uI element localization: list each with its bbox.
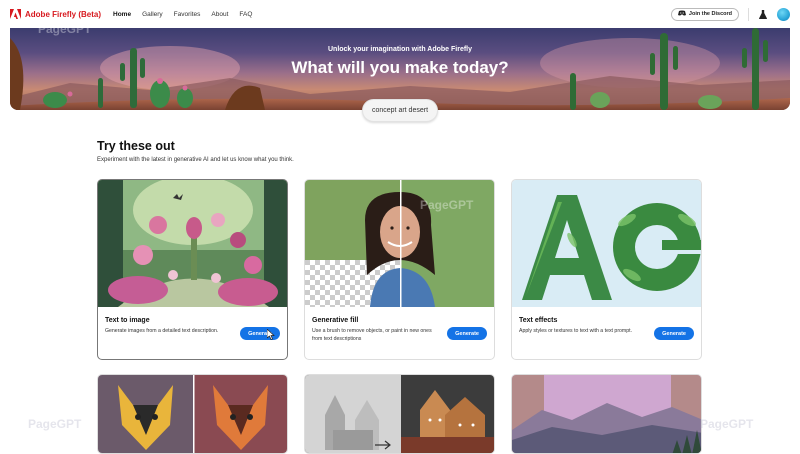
- card-image-leaf-letters: [512, 180, 701, 307]
- flask-icon[interactable]: [758, 9, 768, 19]
- card-bottom-3[interactable]: [511, 374, 702, 454]
- card-image-geometric-dogs: [98, 375, 287, 453]
- card-description: Apply styles or textures to text with a …: [519, 328, 633, 334]
- discord-label: Join the Discord: [688, 11, 732, 17]
- watermark: PageGPT: [38, 28, 92, 36]
- card-bottom-2[interactable]: [304, 374, 495, 454]
- avatar[interactable]: [777, 7, 790, 21]
- card-bottom-1[interactable]: [97, 374, 288, 454]
- hero-title: What will you make today?: [291, 58, 509, 77]
- generate-button[interactable]: Generate: [654, 327, 694, 340]
- card-image-fantasy-garden: [98, 180, 287, 307]
- adobe-logo-icon: [10, 8, 21, 20]
- card-title: Generative fill: [312, 317, 359, 324]
- brand-title: Adobe Firefly (Beta): [25, 9, 102, 19]
- nav-about[interactable]: About: [211, 11, 228, 18]
- hero-banner: Unlock your imagination with Adobe Firef…: [10, 28, 790, 110]
- hero-subtitle: Unlock your imagination with Adobe Firef…: [327, 46, 473, 53]
- watermark: PageGPT: [700, 417, 754, 431]
- card-text-to-image[interactable]: Text to image Generate images from a det…: [97, 179, 288, 360]
- card-title: Text effects: [519, 317, 558, 324]
- nav-faq[interactable]: FAQ: [239, 11, 252, 18]
- card-description: Use a brush to remove objects, or paint …: [312, 328, 432, 342]
- card-text-effects[interactable]: Text effects Apply styles or textures to…: [511, 179, 702, 360]
- card-title: Text to image: [105, 317, 150, 324]
- mouse-cursor-icon: [267, 329, 275, 340]
- nav-divider: [748, 7, 749, 21]
- prompt-chip[interactable]: concept art desert: [362, 99, 438, 122]
- watermark: PageGPT: [420, 198, 474, 212]
- card-image-3d-castle: [305, 375, 494, 453]
- discord-icon: [677, 10, 686, 18]
- nav-favorites[interactable]: Favorites: [174, 11, 201, 18]
- nav-home[interactable]: Home: [113, 11, 131, 18]
- card-description: Generate images from a detailed text des…: [105, 328, 219, 334]
- top-nav: Adobe Firefly (Beta) Home Gallery Favori…: [0, 0, 800, 28]
- brand[interactable]: Adobe Firefly (Beta): [10, 8, 102, 20]
- nav-gallery[interactable]: Gallery: [142, 11, 163, 18]
- section-title: Try these out: [97, 139, 175, 153]
- generate-button[interactable]: Generate: [447, 327, 487, 340]
- watermark: PageGPT: [28, 417, 82, 431]
- section-description: Experiment with the latest in generative…: [97, 157, 294, 163]
- join-discord-button[interactable]: Join the Discord: [670, 7, 739, 21]
- card-image-mountain-landscape: [512, 375, 701, 453]
